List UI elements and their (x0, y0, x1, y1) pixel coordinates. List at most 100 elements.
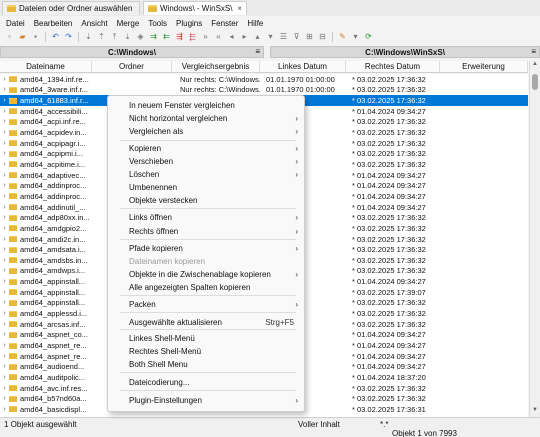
expand-chevron-icon[interactable]: › (0, 129, 9, 136)
copy-left-advance-icon[interactable]: ⬱ (187, 32, 198, 42)
scroll-thumb[interactable] (532, 74, 538, 90)
expand-chevron-icon[interactable]: › (0, 289, 9, 296)
expand-chevron-icon[interactable]: › (0, 172, 9, 179)
expand-chevron-icon[interactable]: › (0, 321, 9, 328)
copy-all-left-icon[interactable]: « (213, 32, 224, 42)
new-icon[interactable]: ▫ (4, 32, 15, 42)
context-menu-item[interactable]: Rechtes Shell-Menü (108, 345, 306, 357)
table-row[interactable]: › amd64_3ware.inf.r... Nur rechts: C:\Wind… (0, 85, 528, 96)
expand-chevron-icon[interactable]: › (0, 406, 9, 413)
copy-right-icon[interactable]: ⇉ (148, 32, 159, 42)
tab-select-files[interactable]: Dateien oder Ordner auswählen (2, 1, 140, 15)
open-icon[interactable]: ▰ (17, 32, 28, 42)
copy-left-icon[interactable]: ⇇ (161, 32, 172, 42)
menu-tools[interactable]: Tools (148, 19, 167, 28)
context-menu-item[interactable]: Rechts öffnen › (108, 225, 306, 237)
scroll-up-icon[interactable]: ▲ (530, 61, 540, 71)
close-tab-icon[interactable]: × (237, 4, 242, 13)
context-menu-item[interactable]: Packen › (108, 298, 306, 310)
expand-chevron-icon[interactable]: › (0, 140, 9, 147)
dropdown-icon[interactable]: ▾ (350, 32, 361, 42)
expand-chevron-icon[interactable]: › (0, 278, 9, 285)
expand-chevron-icon[interactable]: › (0, 246, 9, 253)
expand-chevron-icon[interactable]: › (0, 342, 9, 349)
menu-fenster[interactable]: Fenster (211, 19, 238, 28)
copy-right-advance-icon[interactable]: ⇶ (174, 32, 185, 42)
save-icon[interactable]: ▪ (30, 32, 41, 42)
context-menu-item[interactable]: Both Shell Menu (108, 358, 306, 370)
expand-chevron-icon[interactable]: › (0, 310, 9, 317)
menu-plugins[interactable]: Plugins (176, 19, 202, 28)
context-menu-item[interactable]: Kopieren › (108, 142, 306, 154)
collapse-icon[interactable]: ⊟ (317, 32, 328, 42)
diff-current-icon[interactable]: ◈ (135, 32, 146, 42)
filter-icon[interactable]: ⊽ (291, 32, 302, 42)
expand-chevron-icon[interactable]: › (0, 214, 9, 221)
expand-chevron-icon[interactable]: › (0, 331, 9, 338)
context-menu-item[interactable]: Ausgewählte aktualisieren Strg+F5 (108, 316, 306, 328)
expand-chevron-icon[interactable]: › (0, 385, 9, 392)
menu-hilfe[interactable]: Hilfe (247, 19, 263, 28)
expand-chevron-icon[interactable]: › (0, 118, 9, 125)
context-menu-item[interactable]: Verschieben › (108, 155, 306, 167)
expand-chevron-icon[interactable]: › (0, 182, 9, 189)
context-menu-item[interactable]: Linkes Shell-Menü (108, 332, 306, 344)
expand-chevron-icon[interactable]: › (0, 225, 9, 232)
undo-icon[interactable]: ↶ (50, 32, 61, 42)
expand-chevron-icon[interactable]: › (0, 267, 9, 274)
move-down-icon[interactable]: ▾ (265, 32, 276, 42)
expand-chevron-icon[interactable]: › (0, 363, 9, 370)
redo-icon[interactable]: ↷ (63, 32, 74, 42)
expand-chevron-icon[interactable]: › (0, 395, 9, 402)
menu-bearbeiten[interactable]: Bearbeiten (34, 19, 73, 28)
expand-chevron-icon[interactable]: › (0, 97, 9, 104)
expand-chevron-icon[interactable]: › (0, 150, 9, 157)
context-menu-item[interactable]: In neuem Fenster vergleichen (108, 99, 306, 111)
column-header-result[interactable]: Vergleichsergebnis (172, 61, 260, 72)
column-header-folder[interactable]: Ordner (92, 61, 172, 72)
column-header-right-date[interactable]: Rechtes Datum (346, 61, 440, 72)
expand-icon[interactable]: ⊞ (304, 32, 315, 42)
expand-chevron-icon[interactable]: › (0, 374, 9, 381)
diff-prev-icon[interactable]: ⇡ (96, 32, 107, 42)
right-path-bar[interactable]: C:\Windows\WinSxS\ ≡ (270, 46, 540, 58)
move-up-icon[interactable]: ▴ (252, 32, 263, 42)
context-menu-item[interactable]: Nicht horizontal vergleichen › (108, 112, 306, 124)
expand-chevron-icon[interactable]: › (0, 108, 9, 115)
expand-chevron-icon[interactable]: › (0, 236, 9, 243)
menu-merge[interactable]: Merge (117, 19, 140, 28)
expand-chevron-icon[interactable]: › (0, 204, 9, 211)
diff-next-icon[interactable]: ⇣ (83, 32, 94, 42)
expand-chevron-icon[interactable]: › (0, 161, 9, 168)
context-menu-item[interactable]: Objekte in die Zwischenablage kopieren › (108, 268, 306, 280)
column-header-left-date[interactable]: Linkes Datum (260, 61, 346, 72)
navigate-right-icon[interactable]: ▸ (239, 32, 250, 42)
context-menu-item[interactable]: Objekte verstecken (108, 194, 306, 206)
table-row[interactable]: › amd64_1394.inf.re... Nur rechts: C:\Wind… (0, 74, 528, 85)
context-menu-item[interactable]: Löschen › (108, 168, 306, 180)
options-icon[interactable]: ✎ (337, 32, 348, 42)
expand-chevron-icon[interactable]: › (0, 76, 9, 83)
column-header-extension[interactable]: Erweiterung (440, 61, 528, 72)
vertical-scrollbar[interactable]: ▲ ▼ (529, 61, 540, 417)
left-path-bar[interactable]: C:\Windows\ ≡ (0, 46, 264, 58)
copy-all-right-icon[interactable]: » (200, 32, 211, 42)
menu-ansicht[interactable]: Ansicht (81, 19, 107, 28)
left-path-menu-icon[interactable]: ≡ (255, 47, 260, 56)
expand-chevron-icon[interactable]: › (0, 257, 9, 264)
tree-icon[interactable]: ☰ (278, 32, 289, 42)
tab-windows-winsxs[interactable]: Windows\ - WinSxS\ × (143, 1, 247, 15)
scroll-down-icon[interactable]: ▼ (530, 407, 540, 417)
right-path-menu-icon[interactable]: ≡ (531, 47, 536, 56)
expand-chevron-icon[interactable]: › (0, 353, 9, 360)
expand-chevron-icon[interactable]: › (0, 86, 9, 93)
column-header-filename[interactable]: Dateiname (0, 61, 92, 72)
context-menu-item[interactable]: Umbenennen (108, 181, 306, 193)
context-menu-item[interactable]: Vergleichen als › (108, 125, 306, 137)
context-menu-item[interactable]: Alle angezeigten Spalten kopieren (108, 281, 306, 293)
expand-chevron-icon[interactable]: › (0, 299, 9, 306)
context-menu-item[interactable]: Links öffnen › (108, 211, 306, 223)
diff-first-icon[interactable]: ⤒ (109, 32, 120, 42)
navigate-left-icon[interactable]: ◂ (226, 32, 237, 42)
context-menu-item[interactable]: Dateicodierung... (108, 376, 306, 388)
